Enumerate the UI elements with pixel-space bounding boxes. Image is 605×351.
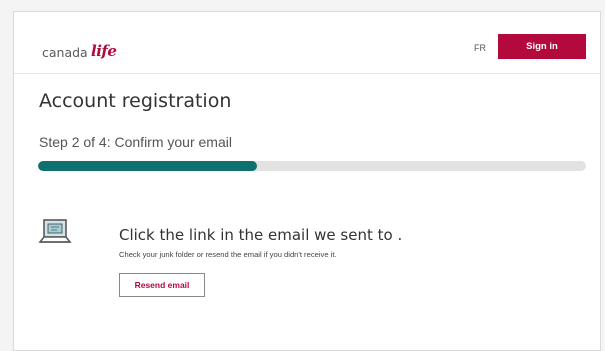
confirm-email-heading: Click the link in the email we sent to . <box>119 226 403 244</box>
logo-wordmark: canada <box>42 45 88 60</box>
registration-card: canada life FR Sign in Account registrat… <box>13 11 601 351</box>
junk-folder-hint: Check your junk folder or resend the ema… <box>119 250 337 259</box>
laptop-icon <box>38 219 72 243</box>
sign-in-button[interactable]: Sign in <box>498 34 586 59</box>
logo-mark: life <box>89 39 118 63</box>
step-indicator: Step 2 of 4: Confirm your email <box>39 134 232 150</box>
canada-life-logo[interactable]: canada life <box>42 36 118 63</box>
progress-bar <box>38 161 586 171</box>
language-toggle-link[interactable]: FR <box>474 43 486 53</box>
progress-bar-fill <box>38 161 258 171</box>
header: canada life FR Sign in <box>14 12 600 74</box>
resend-email-button[interactable]: Resend email <box>119 273 205 297</box>
page-title: Account registration <box>39 90 232 112</box>
